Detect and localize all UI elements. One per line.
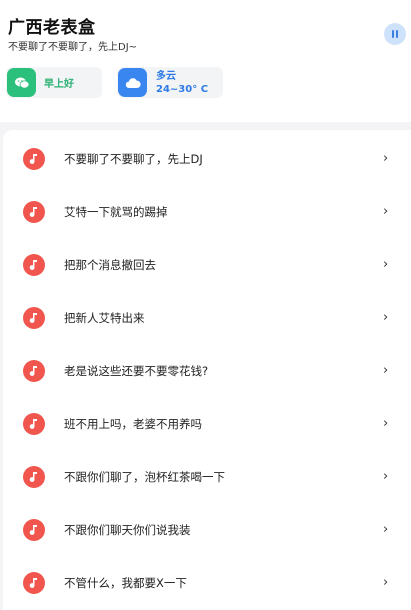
list-item-label: 把新人艾特出来 — [64, 310, 145, 325]
list-item-label: 班不用上吗，老婆不用养吗 — [64, 416, 202, 431]
list-item[interactable]: 不跟你们聊天你们说我装 › — [3, 503, 408, 556]
pause-icon — [391, 30, 399, 38]
list-item-label: 老是说这些还要不要零花钱? — [64, 363, 209, 378]
chevron-right-icon: › — [383, 151, 389, 166]
list-item[interactable]: 不管什么，我都要X一下 › — [3, 556, 408, 609]
greeting-text: 早上好 — [44, 79, 74, 90]
chevron-right-icon: › — [383, 522, 389, 537]
chevron-right-icon: › — [383, 257, 389, 272]
list-item[interactable]: 班不用上吗，老婆不用养吗 › — [3, 397, 408, 450]
list-item-label: 艾特一下就骂的踢掉 — [64, 204, 168, 219]
pause-button[interactable] — [384, 23, 406, 45]
music-note-icon — [23, 200, 45, 223]
cloud-icon — [118, 68, 147, 97]
weather-temperature: 24~30° C — [156, 83, 209, 95]
music-note-icon — [23, 518, 45, 541]
header: 广西老表盒 不要聊了不要聊了，先上DJ~ 早上好 多云 24~30° C — [0, 0, 411, 122]
music-note-icon — [23, 147, 45, 170]
chevron-right-icon: › — [383, 310, 389, 325]
phrase-list: 不要聊了不要聊了，先上DJ › 艾特一下就骂的踢掉 › 把那个消息撤回去 › 把… — [3, 130, 411, 610]
weather-chip[interactable]: 多云 24~30° C — [117, 67, 223, 98]
music-note-icon — [23, 412, 45, 435]
chevron-right-icon: › — [383, 363, 389, 378]
page-subtitle: 不要聊了不要聊了，先上DJ~ — [8, 42, 138, 53]
music-note-icon — [23, 359, 45, 382]
list-item-label: 不要聊了不要聊了，先上DJ — [64, 151, 203, 166]
list-item-label: 把那个消息撤回去 — [64, 257, 156, 272]
music-note-icon — [23, 571, 45, 594]
list-item-label: 不跟你们聊了，泡杯红茶喝一下 — [64, 469, 225, 484]
music-note-icon — [23, 253, 45, 276]
list-item[interactable]: 不要聊了不要聊了，先上DJ › — [3, 132, 408, 185]
list-item[interactable]: 不跟你们聊了，泡杯红茶喝一下 › — [3, 450, 408, 503]
music-note-icon — [23, 306, 45, 329]
chevron-right-icon: › — [383, 575, 389, 590]
list-item[interactable]: 老是说这些还要不要零花钱? › — [3, 344, 408, 397]
list-item[interactable]: 把新人艾特出来 › — [3, 291, 408, 344]
greeting-chip[interactable]: 早上好 — [6, 67, 102, 98]
list-item-label: 不管什么，我都要X一下 — [64, 575, 187, 590]
list-item[interactable]: 艾特一下就骂的踢掉 › — [3, 185, 408, 238]
chevron-right-icon: › — [383, 416, 389, 431]
page-title: 广西老表盒 — [8, 18, 96, 38]
weather-condition: 多云 — [156, 70, 176, 82]
chevron-right-icon: › — [383, 469, 389, 484]
chevron-right-icon: › — [383, 204, 389, 219]
list-item-label: 不跟你们聊天你们说我装 — [64, 522, 191, 537]
music-note-icon — [23, 465, 45, 488]
list-item[interactable]: 把那个消息撤回去 › — [3, 238, 408, 291]
chat-icon — [7, 68, 36, 97]
